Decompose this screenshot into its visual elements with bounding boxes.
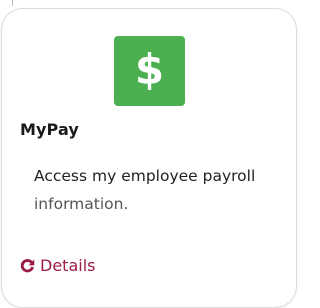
scrollbar-edge <box>12 0 13 6</box>
details-link[interactable]: Details <box>20 256 95 275</box>
card-title: MyPay <box>20 120 79 139</box>
app-card-mypay[interactable]: $ MyPay Access my employee payroll infor… <box>1 8 297 308</box>
description-line-1: Access my employee payroll <box>34 167 256 185</box>
refresh-icon <box>20 258 35 273</box>
dollar-sign-icon: $ <box>114 36 185 106</box>
card-description: Access my employee payroll information. <box>34 162 274 218</box>
dollar-glyph: $ <box>134 45 165 94</box>
description-line-2: information. <box>34 195 129 213</box>
details-label: Details <box>40 256 96 275</box>
